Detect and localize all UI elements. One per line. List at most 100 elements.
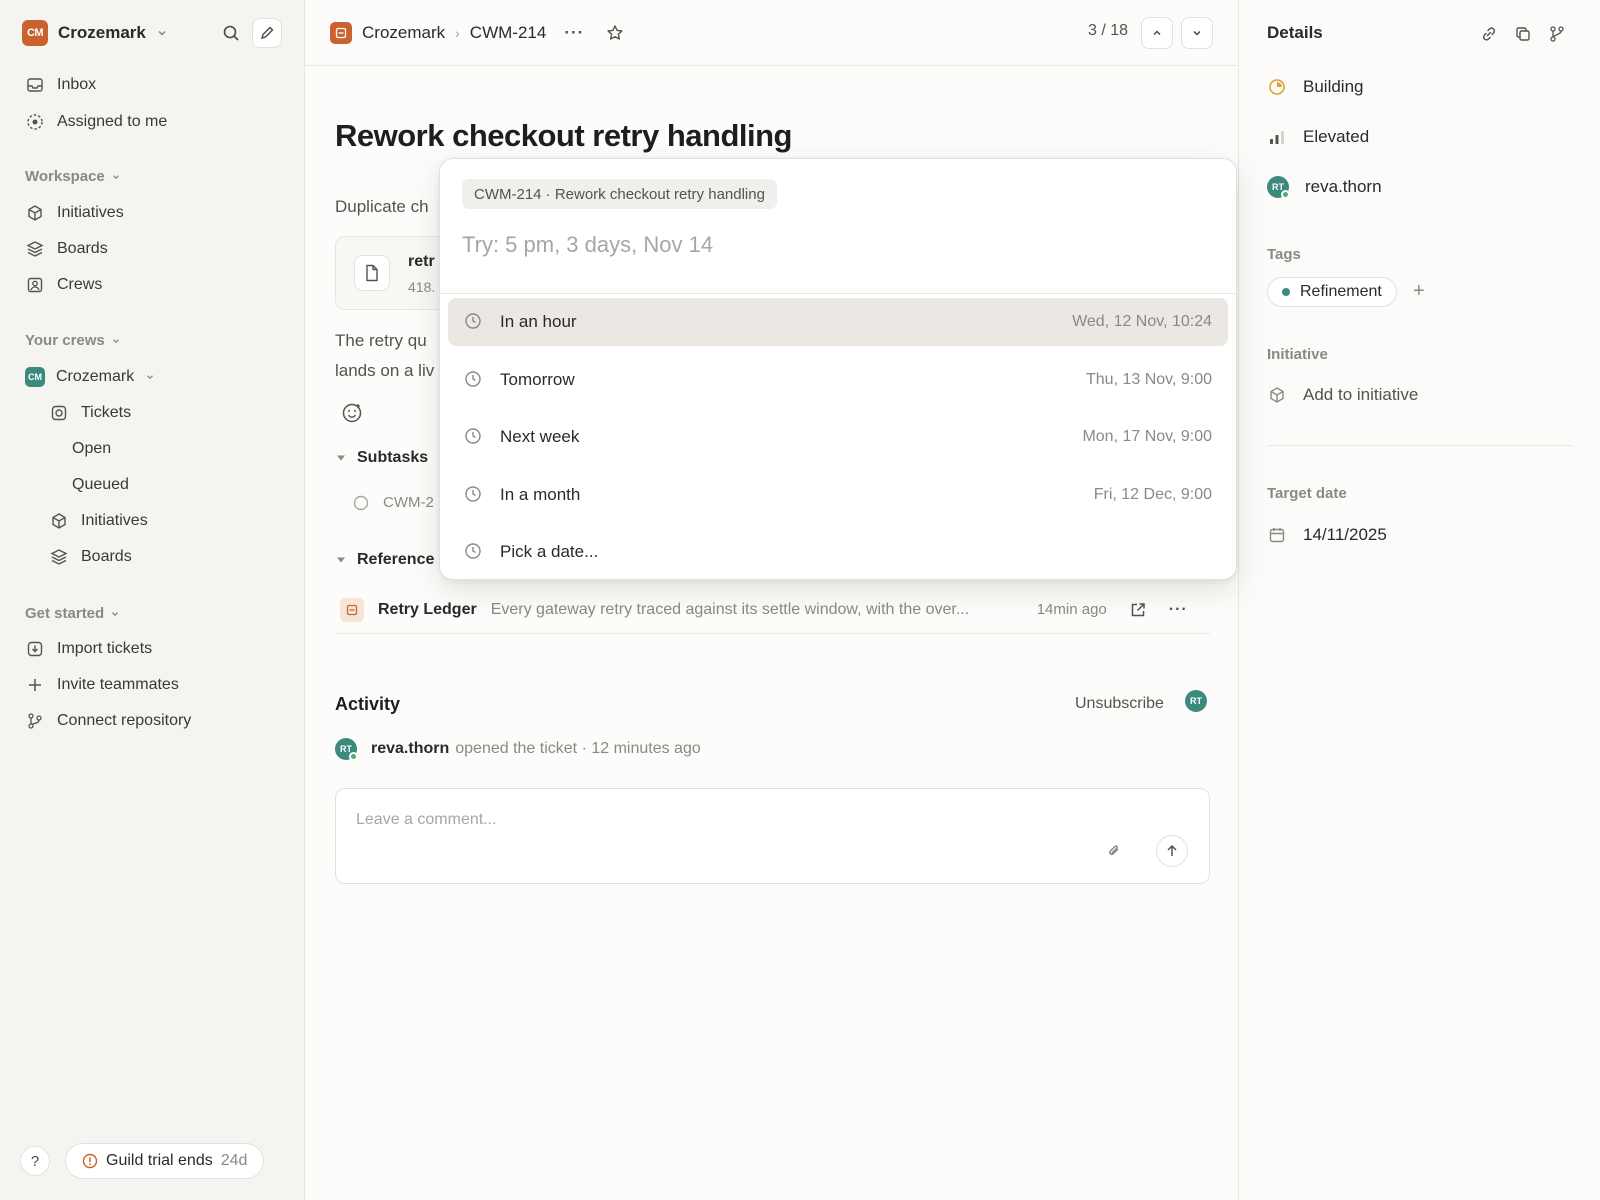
branch-icon (1548, 25, 1566, 43)
cube-icon (1267, 385, 1287, 405)
status-value: Building (1303, 77, 1364, 96)
assignee-property[interactable]: RT reva.thorn (1267, 172, 1382, 202)
previous-ticket-button[interactable] (1141, 17, 1173, 49)
section-get-started[interactable]: Get started (25, 605, 120, 622)
sidebar-item-invite[interactable]: Invite teammates (16, 668, 286, 702)
sidebar-item-open[interactable]: Open (64, 432, 286, 466)
date-option-pick-a-date[interactable]: Pick a date... (448, 528, 1228, 576)
sidebar-item-boards[interactable]: Boards (16, 232, 286, 266)
date-option-in-a-month[interactable]: In a month Fri, 12 Dec, 9:00 (448, 471, 1228, 519)
chevron-down-icon (111, 336, 121, 346)
copy-branch-button[interactable] (1545, 22, 1569, 46)
reference-more-button[interactable]: ··· (1169, 601, 1188, 619)
sidebar-item-assigned[interactable]: Assigned to me (16, 105, 286, 139)
copy-icon (1514, 25, 1532, 43)
sidebar-item-label: Crozemark (56, 368, 135, 385)
breadcrumb-ticket[interactable]: CWM-214 (470, 23, 547, 43)
sidebar: CM Crozemark Inbox Assigned to me Worksp… (0, 0, 305, 1200)
references-toggle[interactable]: Reference (337, 551, 434, 569)
paperclip-icon[interactable] (1106, 843, 1122, 859)
chevron-down-icon (110, 609, 120, 619)
sidebar-item-label: Inbox (57, 76, 97, 93)
subtasks-toggle[interactable]: Subtasks (337, 449, 428, 467)
assigned-icon (25, 112, 45, 132)
sidebar-item-crew-boards[interactable]: Boards (40, 540, 286, 574)
priority-bars-icon (1267, 127, 1287, 147)
unsubscribe-button[interactable]: Unsubscribe (1075, 695, 1164, 713)
comment-box[interactable]: Leave a comment... (335, 788, 1210, 884)
compose-button[interactable] (252, 18, 282, 48)
crew-logo: CM (25, 367, 45, 387)
reference-row[interactable]: Retry Ledger Every gateway retry traced … (335, 586, 1210, 634)
sidebar-item-connect-repo[interactable]: Connect repository (16, 704, 286, 738)
chevron-down-icon (1191, 27, 1203, 39)
section-your-crews[interactable]: Your crews (25, 332, 121, 349)
add-tag-button[interactable]: + (1413, 280, 1425, 303)
ticket-description[interactable]: Duplicate ch (335, 197, 429, 217)
attachment-name: retr (408, 253, 435, 270)
next-ticket-button[interactable] (1181, 17, 1213, 49)
activity-user[interactable]: reva.thorn (371, 740, 449, 758)
sidebar-item-import[interactable]: Import tickets (16, 632, 286, 666)
sidebar-item-crew-initiatives[interactable]: Initiatives (40, 504, 286, 538)
online-indicator (349, 752, 358, 761)
activity-title: Activity (335, 694, 401, 714)
add-to-initiative-button[interactable]: Add to initiative (1267, 380, 1418, 410)
option-date: Fri, 12 Dec, 9:00 (1093, 486, 1212, 503)
priority-property[interactable]: Elevated (1267, 122, 1369, 152)
date-search-input[interactable] (462, 223, 1212, 267)
attachment-size: 418. (408, 279, 436, 295)
trial-banner[interactable]: Guild trial ends 24d (65, 1143, 265, 1179)
breadcrumb-team[interactable]: Crozemark (362, 23, 445, 43)
status-property[interactable]: Building (1267, 72, 1364, 102)
add-reaction-button[interactable] (341, 402, 365, 426)
trial-text: Guild trial ends (106, 1152, 213, 1169)
chevron-down-icon (145, 372, 155, 382)
sidebar-crew-crozemark[interactable]: CM Crozemark (16, 360, 286, 394)
option-label: In a month (500, 485, 581, 504)
date-option-tomorrow[interactable]: Tomorrow Thu, 13 Nov, 9:00 (448, 356, 1228, 404)
send-comment-button[interactable] (1156, 835, 1188, 867)
details-title: Details (1267, 23, 1323, 42)
target-date-property[interactable]: 14/11/2025 (1267, 520, 1387, 550)
workspace-switcher[interactable]: CM Crozemark (22, 20, 168, 46)
external-link-icon[interactable] (1129, 601, 1147, 619)
star-icon[interactable] (606, 24, 624, 42)
sidebar-item-initiatives[interactable]: Initiatives (16, 196, 286, 230)
subtask-row[interactable]: CWM-2 (353, 494, 434, 511)
date-option-next-week[interactable]: Next week Mon, 17 Nov, 9:00 (448, 413, 1228, 461)
ticket-title[interactable]: Rework checkout retry handling (335, 118, 793, 154)
activity-entry: RT reva.thorn opened the ticket · 12 min… (335, 738, 701, 761)
option-label: Pick a date... (500, 542, 599, 561)
arrow-up-icon (1165, 844, 1179, 858)
option-date: Mon, 17 Nov, 9:00 (1082, 428, 1212, 445)
sidebar-item-tickets[interactable]: Tickets (40, 396, 286, 430)
tag-chip[interactable]: Refinement (1267, 277, 1397, 307)
sidebar-item-queued[interactable]: Queued (64, 468, 286, 502)
more-options-button[interactable]: ··· (564, 23, 584, 43)
caret-down-icon (337, 454, 345, 462)
sidebar-item-inbox[interactable]: Inbox (16, 68, 286, 102)
inbox-icon (25, 75, 45, 95)
option-date: Thu, 13 Nov, 9:00 (1086, 371, 1212, 388)
status-circle-icon (353, 495, 369, 511)
subscriber-avatar[interactable]: RT (1185, 690, 1207, 712)
sidebar-item-label: Initiatives (81, 512, 148, 529)
help-button[interactable]: ? (20, 1146, 50, 1176)
ticket-body-line[interactable]: The retry qu (335, 331, 427, 351)
tickets-icon (49, 403, 69, 423)
workspace-logo: CM (22, 20, 48, 46)
date-option-in-an-hour[interactable]: In an hour Wed, 12 Nov, 10:24 (448, 298, 1228, 346)
divider (1267, 445, 1573, 446)
copy-link-button[interactable] (1477, 22, 1501, 46)
clock-icon (464, 312, 484, 332)
assignee-name: reva.thorn (1305, 177, 1382, 196)
section-workspace[interactable]: Workspace (25, 168, 121, 185)
sidebar-item-crews[interactable]: Crews (16, 268, 286, 302)
chevron-up-icon (1151, 27, 1163, 39)
ticket-body-line[interactable]: lands on a liv (335, 361, 434, 381)
copy-id-button[interactable] (1511, 22, 1535, 46)
clock-icon (464, 427, 484, 447)
clock-icon (464, 485, 484, 505)
search-button[interactable] (216, 18, 246, 48)
